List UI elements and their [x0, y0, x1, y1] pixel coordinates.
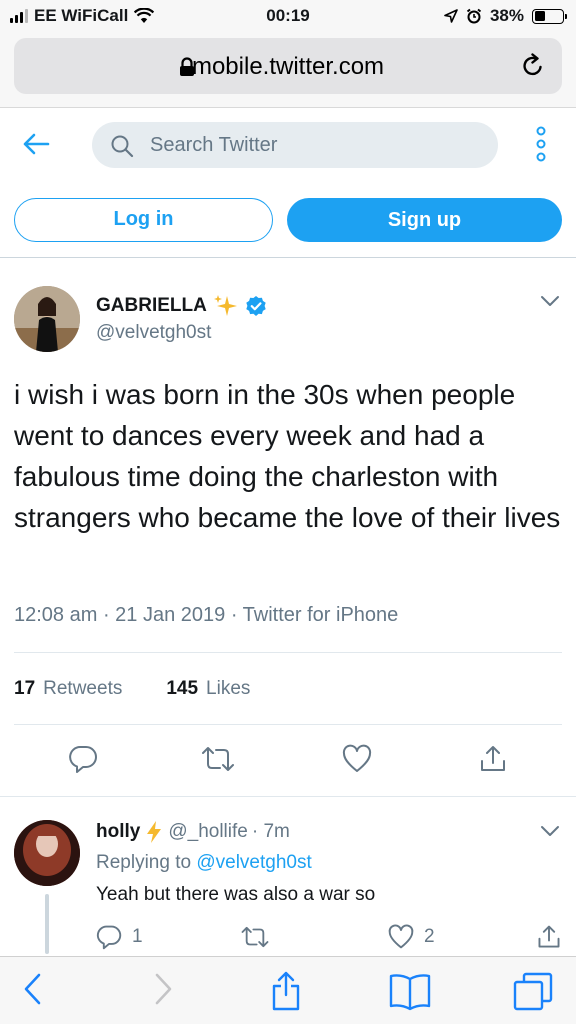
retweets-stat[interactable]: 17 Retweets [14, 678, 122, 700]
retweets-label: Retweets [43, 678, 123, 699]
search-input[interactable]: Search Twitter [92, 122, 498, 168]
reply-avatar[interactable] [14, 820, 80, 886]
reload-icon[interactable] [520, 53, 546, 79]
status-right: 38% [444, 6, 567, 26]
replying-to-handle[interactable]: @velvetgh0st [196, 852, 311, 873]
status-bar: EE WiFiCall 00:19 38% [0, 0, 576, 34]
reply-icon[interactable] [68, 744, 98, 774]
bookmarks-icon[interactable] [388, 971, 432, 1011]
share-sheet-icon[interactable] [270, 971, 302, 1011]
search-icon [111, 135, 134, 158]
likes-count: 145 [166, 678, 199, 699]
reply-retweet-button[interactable] [240, 924, 270, 950]
login-button[interactable]: Log in [14, 198, 273, 242]
chevron-down-icon[interactable] [540, 294, 560, 308]
retweet-icon [241, 926, 269, 948]
reply-text: Yeah but there was also a war so [96, 884, 376, 905]
thread-line [45, 894, 49, 954]
divider [14, 652, 562, 653]
reply-author-handle[interactable]: @_hollife [168, 821, 248, 843]
reply-count: 1 [132, 926, 143, 947]
share-icon [538, 925, 560, 948]
reply-avatar-image [14, 820, 80, 886]
author-handle[interactable]: @velvetgh0st [96, 322, 211, 344]
twitter-header: Search Twitter Log in Sign up [0, 108, 576, 258]
reply-icon [96, 925, 122, 950]
reply-like-count: 2 [424, 926, 435, 947]
likes-label: Likes [206, 678, 251, 699]
forward-icon[interactable] [152, 971, 174, 1007]
battery-icon [532, 8, 567, 24]
tweet-timestamp: 12:08 am · 21 Jan 2019 · Twitter for iPh… [14, 604, 399, 626]
reply-header: holly @_hollife · 7m [96, 820, 290, 844]
reply-time: · 7m [251, 821, 290, 842]
lightning-icon [147, 821, 162, 843]
share-icon[interactable] [478, 744, 508, 774]
reply-like-button[interactable]: 2 [388, 924, 435, 950]
retweet-icon[interactable] [200, 744, 236, 774]
location-icon [444, 9, 458, 23]
reply-share-button[interactable] [536, 924, 562, 950]
sparkles-icon [213, 295, 237, 316]
address-bar[interactable]: mobile.twitter.com [14, 38, 562, 94]
battery-fill [534, 11, 545, 21]
alarm-icon [466, 8, 482, 24]
browser-address-area: mobile.twitter.com [0, 34, 576, 108]
replying-to: Replying to @velvetgh0st [96, 852, 312, 874]
search-placeholder: Search Twitter [150, 134, 278, 156]
verified-badge-icon [246, 296, 266, 316]
signup-button[interactable]: Sign up [287, 198, 562, 242]
replying-to-prefix: Replying to [96, 852, 192, 873]
chevron-down-icon[interactable] [540, 824, 560, 838]
like-icon [388, 924, 414, 949]
back-arrow-icon[interactable] [22, 132, 50, 156]
tweet-stats: 17 Retweets 145 Likes [14, 678, 250, 700]
author-avatar[interactable] [14, 286, 80, 352]
retweets-count: 17 [14, 678, 36, 699]
divider [14, 724, 562, 725]
tweet-text: i wish i was born in the 30s when people… [14, 379, 561, 533]
reply-author-name[interactable]: holly [96, 821, 140, 843]
back-icon[interactable] [22, 971, 44, 1007]
more-options-icon[interactable] [534, 126, 548, 162]
author-name-text: GABRIELLA [96, 295, 207, 316]
author-name[interactable]: GABRIELLA [96, 294, 267, 318]
battery-percent: 38% [489, 6, 524, 25]
tabs-icon[interactable] [512, 971, 554, 1011]
reply-reply-button[interactable]: 1 [96, 924, 143, 950]
avatar-image [14, 286, 80, 352]
url-text: mobile.twitter.com [191, 53, 385, 80]
browser-toolbar [0, 956, 576, 1024]
likes-stat[interactable]: 145 Likes [166, 678, 250, 700]
divider [0, 796, 576, 797]
like-icon[interactable] [342, 744, 372, 774]
